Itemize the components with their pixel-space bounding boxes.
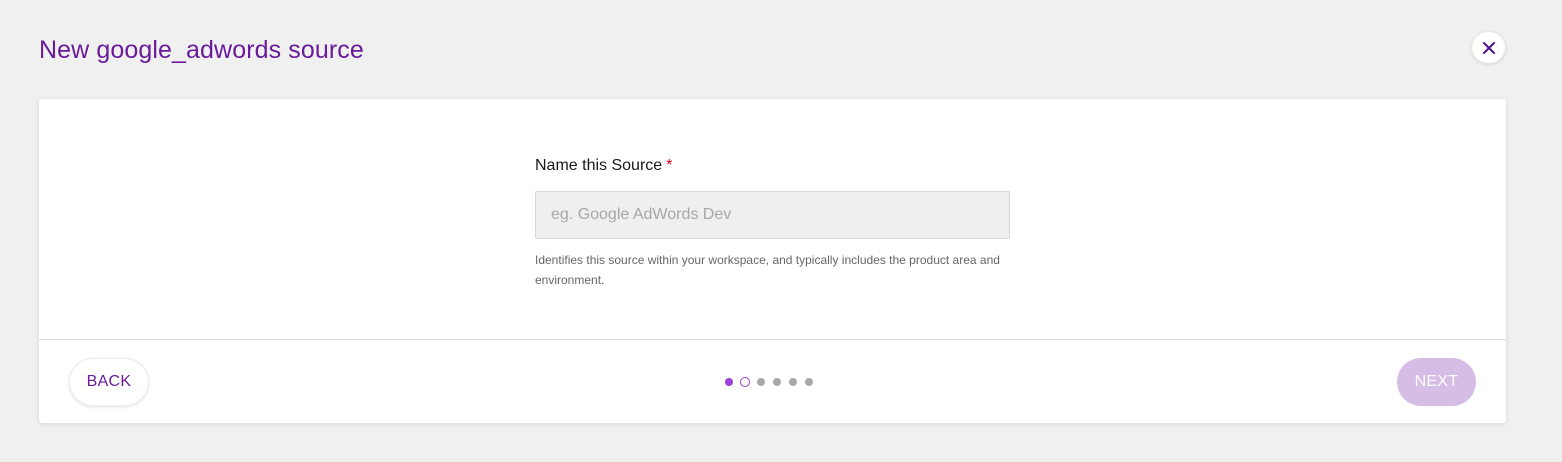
source-name-input[interactable] bbox=[535, 191, 1010, 239]
wizard-card: Name this Source* Identifies this source… bbox=[39, 99, 1506, 423]
close-icon bbox=[1482, 41, 1495, 54]
footer-divider bbox=[39, 339, 1506, 340]
field-label-text: Name this Source bbox=[535, 157, 663, 174]
back-button[interactable]: BACK bbox=[69, 358, 149, 406]
step-dot-current bbox=[740, 377, 750, 387]
step-indicator bbox=[724, 377, 814, 387]
source-name-form: Name this Source* Identifies this source… bbox=[535, 155, 1010, 290]
close-button[interactable] bbox=[1471, 31, 1506, 64]
field-label: Name this Source * bbox=[535, 155, 1010, 177]
step-dot bbox=[724, 377, 734, 387]
next-button[interactable]: NEXT bbox=[1397, 358, 1476, 406]
step-dot bbox=[756, 377, 766, 387]
step-dot bbox=[804, 377, 814, 387]
required-marker: * bbox=[666, 157, 673, 174]
step-dot bbox=[788, 377, 798, 387]
help-text: Identifies this source within your works… bbox=[535, 253, 1000, 287]
step-dot bbox=[772, 377, 782, 387]
page-title: New google_adwords source bbox=[39, 36, 364, 64]
